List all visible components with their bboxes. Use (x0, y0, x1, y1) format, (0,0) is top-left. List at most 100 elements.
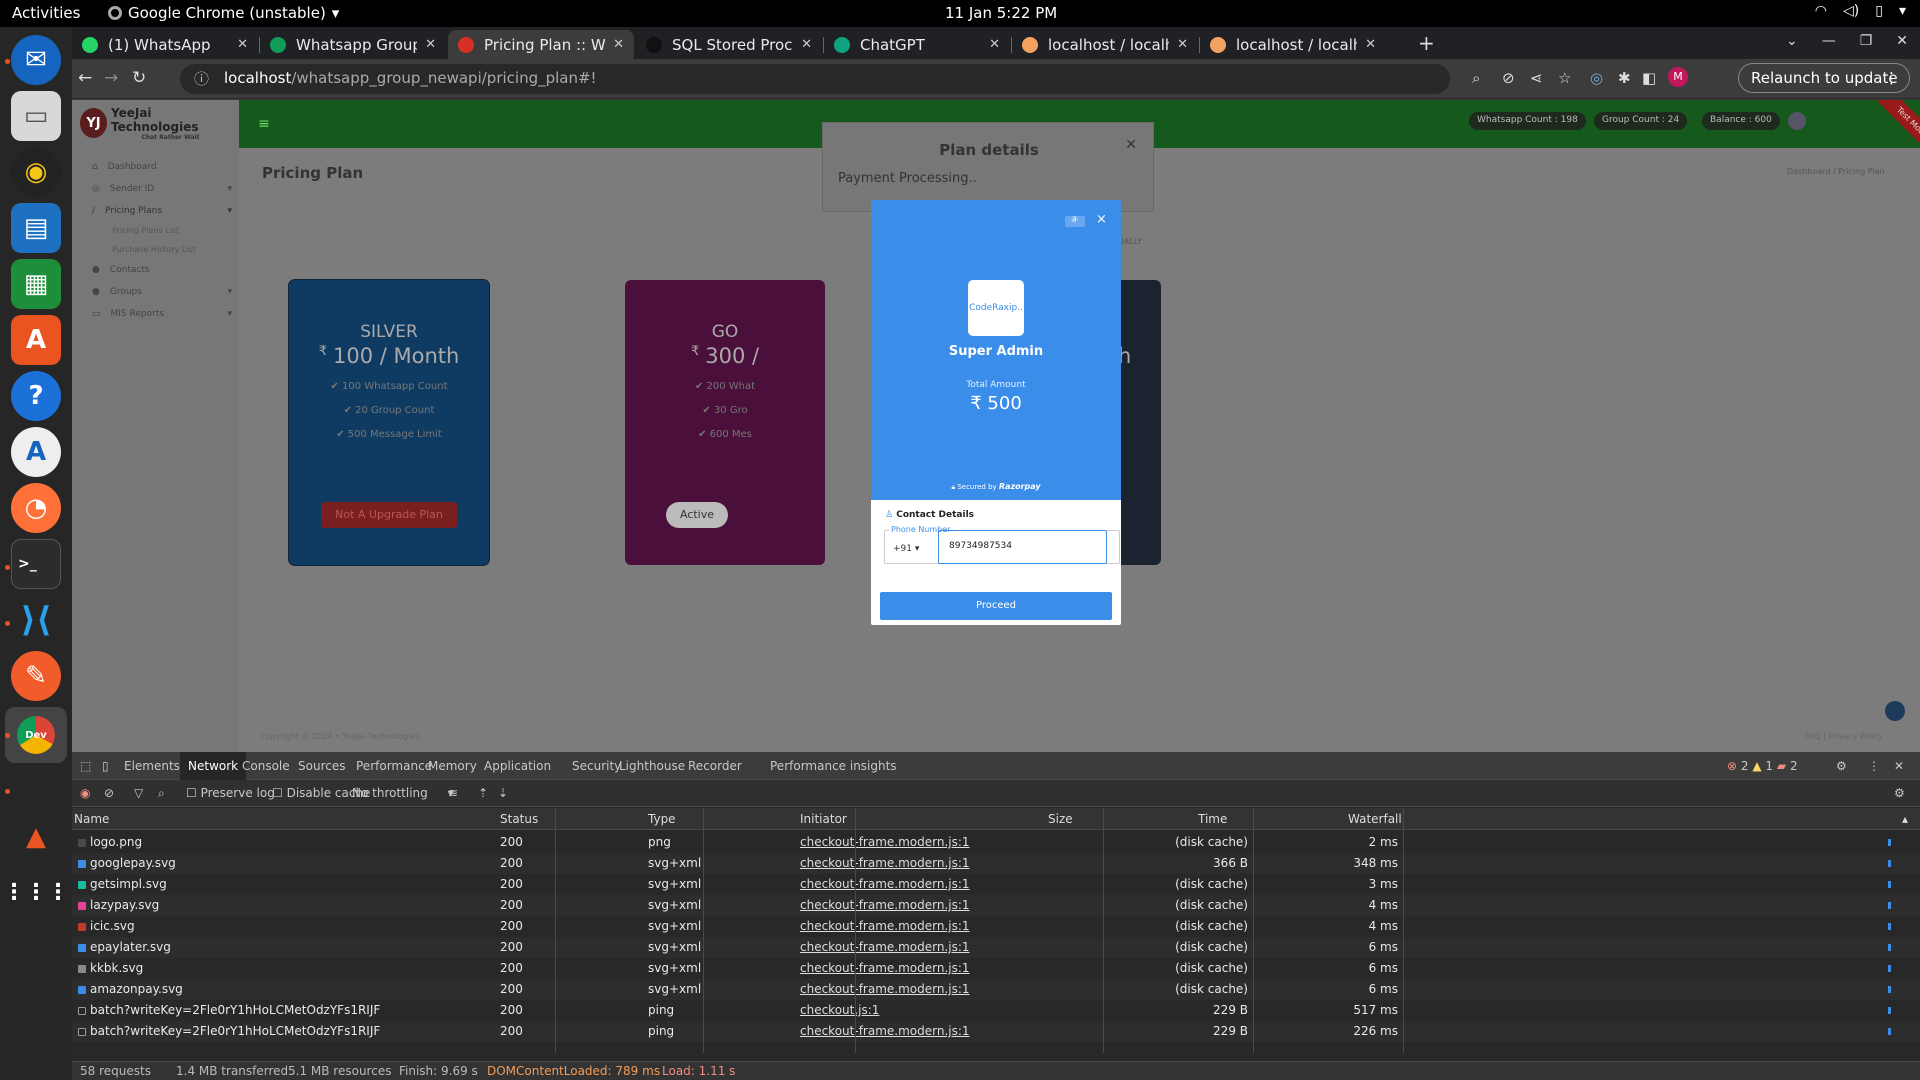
column-header-waterfall[interactable]: Waterfall (1348, 812, 1402, 826)
table-row[interactable]: epaylater.svg 200 svg+xml checkout-frame.mo… (72, 937, 1920, 958)
table-row[interactable]: batch?writeKey=2Fle0rY1hHoLCMetOdzYFs1RI… (72, 1000, 1920, 1021)
chrome-dev-icon[interactable]: Dev (5, 707, 67, 763)
cell-initiator[interactable]: checkout-frame.modern.js:1 (800, 919, 970, 933)
table-row[interactable]: kkbk.svg 200 svg+xml checkout-frame.modern.… (72, 958, 1920, 979)
import-har-icon[interactable]: ⇡ (478, 786, 488, 800)
postman-icon[interactable]: ✎ (11, 651, 61, 701)
tab-3[interactable]: SQL Stored Procedures: ✕ (636, 30, 822, 59)
column-header-type[interactable]: Type (648, 812, 676, 826)
tab-5[interactable]: localhost / localhost / wl ✕ (1012, 30, 1198, 59)
chat-widget-button[interactable] (1885, 701, 1905, 721)
app-center-icon[interactable]: A (11, 315, 61, 365)
column-header-initiator[interactable]: Initiator (800, 812, 847, 826)
devtools-tab-security[interactable]: Security (572, 759, 621, 773)
search-icon[interactable]: ⌕ (158, 786, 165, 801)
tab-6[interactable]: localhost / localhost / wl ✕ (1200, 30, 1386, 59)
throttling-select[interactable]: No throttling ▾ (352, 786, 454, 800)
eye-off-icon[interactable]: ⊘ (1502, 69, 1515, 87)
close-tab-icon[interactable]: ✕ (989, 37, 1000, 52)
cell-initiator[interactable]: checkout-frame.modern.js:1 (800, 1024, 970, 1038)
table-row[interactable]: batch?writeKey=2Fle0rY1hHoLCMetOdzYFs1RI… (72, 1021, 1920, 1042)
phone-input[interactable]: 89734987534 (938, 530, 1107, 564)
site-info-icon[interactable]: ⓘ (194, 68, 209, 89)
clear-icon[interactable]: ⊘ (104, 786, 114, 800)
filter-icon[interactable]: ▽ (134, 786, 143, 800)
close-tab-icon[interactable]: ✕ (1177, 37, 1188, 52)
column-header-name[interactable]: Name (74, 812, 109, 826)
issue-counts[interactable]: ⊗ 2 ▲ 1 ▰ 2 (1727, 759, 1798, 773)
clock[interactable]: 11 Jan 5:22 PM (945, 4, 1057, 22)
menu-dashboard[interactable]: ⌂ Dashboard (92, 162, 232, 172)
back-button[interactable]: ← (78, 68, 92, 88)
submenu-pricing-plans-list[interactable]: Pricing Plans List (112, 226, 179, 235)
country-code-select[interactable]: +91 ▾ (893, 544, 919, 554)
sort-arrow-icon[interactable]: ▴ (1902, 812, 1908, 826)
table-row[interactable]: getsimpl.svg 200 svg+xml checkout-frame.mod… (72, 874, 1920, 895)
table-row[interactable]: icic.svg 200 svg+xml checkout-frame.modern.… (72, 916, 1920, 937)
devtools-tab-performance-insights[interactable]: Performance insights (770, 759, 897, 773)
gear-icon[interactable]: ⚙ (1894, 786, 1905, 800)
files-icon[interactable]: ▭ (11, 91, 61, 141)
address-bar[interactable]: ⓘ localhost/whatsapp_group_newapi/pricing… (180, 64, 1450, 94)
table-row[interactable]: amazonpay.svg 200 svg+xml checkout-frame.mo… (72, 979, 1920, 1000)
tab-2[interactable]: Pricing Plan :: Whatsapp ✕ (448, 30, 634, 59)
vscode-icon[interactable]: ⟩⟨ (11, 595, 61, 645)
close-tab-icon[interactable]: ✕ (1365, 37, 1376, 52)
show-apps-icon[interactable]: ⋮⋮⋮ (3, 867, 69, 917)
devtools-tab-network[interactable]: Network (180, 752, 247, 780)
cell-initiator[interactable]: checkout-frame.modern.js:1 (800, 898, 970, 912)
export-har-icon[interactable]: ⇣ (498, 786, 508, 800)
devtools-tab-application[interactable]: Application (484, 759, 551, 773)
minimize-button[interactable]: — (1822, 33, 1836, 49)
close-window-button[interactable]: ✕ (1896, 33, 1908, 49)
close-tab-icon[interactable]: ✕ (801, 37, 812, 52)
devtools-tab-lighthouse[interactable]: Lighthouse (619, 759, 685, 773)
device-toolbar-icon[interactable]: ▯ (102, 759, 109, 773)
gear-icon[interactable]: ⚙ (1836, 759, 1847, 773)
cell-initiator[interactable]: checkout-frame.modern.js:1 (800, 961, 970, 975)
workspace-icon[interactable]: ▲ (11, 812, 61, 862)
menu-mis-reports[interactable]: ▭ MIS Reports ▾ (92, 309, 232, 319)
firefox-icon[interactable]: ◔ (11, 483, 61, 533)
terminal-icon[interactable]: >_ (11, 539, 61, 589)
cell-initiator[interactable]: checkout-frame.modern.js:1 (800, 856, 970, 870)
new-tab-button[interactable]: + (1418, 31, 1435, 55)
cell-initiator[interactable]: checkout.js:1 (800, 1003, 879, 1017)
footer-links[interactable]: FAQ | Privacy Policy (1805, 732, 1883, 741)
cell-initiator[interactable]: checkout-frame.modern.js:1 (800, 940, 970, 954)
devtools-tab-sources[interactable]: Sources (298, 759, 345, 773)
android-studio-icon[interactable]: A (11, 427, 61, 477)
bookmark-star-icon[interactable]: ☆ (1558, 69, 1571, 87)
help-icon[interactable]: ? (11, 371, 61, 421)
cell-initiator[interactable]: checkout-frame.modern.js:1 (800, 877, 970, 891)
close-tab-icon[interactable]: ✕ (613, 37, 624, 52)
plan-action-button[interactable]: Not A Upgrade Plan (321, 502, 457, 528)
table-row[interactable]: googlepay.svg 200 svg+xml checkout-frame.mo… (72, 853, 1920, 874)
tab-0[interactable]: (1) WhatsApp ✕ (72, 30, 258, 59)
thunderbird-icon[interactable]: ✉ (11, 35, 61, 85)
brand-logo[interactable]: YJ YeeJai Technologies Chat Rather Wait (80, 104, 230, 142)
cell-initiator[interactable]: checkout-frame.modern.js:1 (800, 982, 970, 996)
breadcrumb[interactable]: Dashboard / Pricing Plan (1787, 167, 1885, 176)
close-tab-icon[interactable]: ✕ (237, 37, 248, 52)
devtools-tab-recorder[interactable]: Recorder (688, 759, 742, 773)
zoom-icon[interactable]: ⌕ (1472, 69, 1480, 87)
menu-sender-id[interactable]: ◎ Sender ID ▾ (92, 184, 232, 194)
submenu-purchase-history[interactable]: Purchase History List (112, 245, 196, 254)
maximize-button[interactable]: ❐ (1860, 33, 1873, 49)
language-selector[interactable]: ऄ· (1065, 216, 1085, 227)
system-tray[interactable]: ◠ ◁) ▯ ▾ (1815, 3, 1906, 19)
rhythmbox-icon[interactable]: ◉ (11, 147, 61, 197)
close-icon[interactable]: ✕ (1125, 137, 1137, 153)
menu-groups[interactable]: ● Groups ▾ (92, 287, 232, 297)
table-row[interactable]: logo.png 200 png checkout-frame.modern.js:1… (72, 832, 1920, 853)
preserve-log-checkbox[interactable]: ☐ Preserve log (186, 786, 275, 800)
extensions-puzzle-icon[interactable]: ✱ (1618, 69, 1631, 87)
plan-action-button[interactable]: Active (665, 502, 729, 528)
hamburger-icon[interactable]: ≡ (258, 116, 270, 132)
devtools-tab-console[interactable]: Console (242, 759, 290, 773)
share-icon[interactable]: ⋖ (1530, 69, 1543, 87)
profile-avatar[interactable]: M (1668, 67, 1688, 87)
app-menu[interactable]: Google Chrome (unstable) ▾ (108, 4, 339, 22)
record-icon[interactable]: ◉ (80, 786, 90, 800)
